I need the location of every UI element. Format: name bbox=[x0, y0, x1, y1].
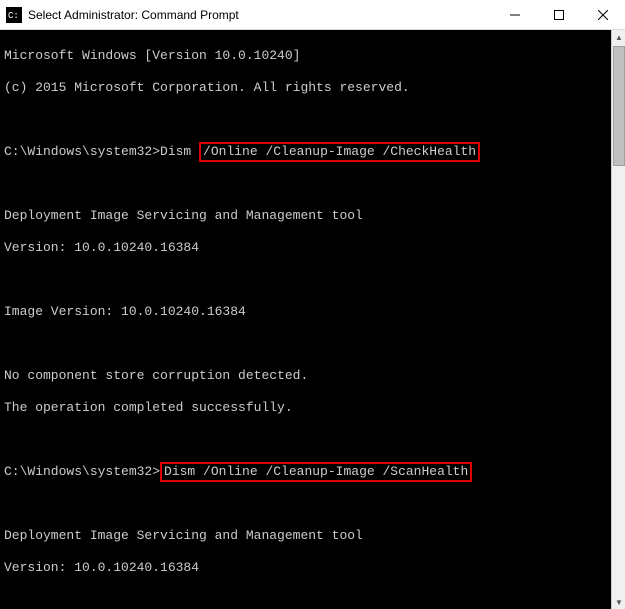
output-line: Version: 10.0.10240.16384 bbox=[4, 560, 607, 576]
output-line: Deployment Image Servicing and Managemen… bbox=[4, 208, 607, 224]
terminal-container: Microsoft Windows [Version 10.0.10240] (… bbox=[0, 30, 625, 609]
scroll-down-arrow-icon[interactable]: ▼ bbox=[612, 595, 625, 609]
output-line: The operation completed successfully. bbox=[4, 400, 607, 416]
close-button[interactable] bbox=[581, 0, 625, 29]
cmd-icon: C: bbox=[6, 7, 22, 23]
svg-text:C:: C: bbox=[8, 11, 19, 21]
output-line bbox=[4, 496, 607, 512]
command-line: C:\Windows\system32>Dism /Online /Cleanu… bbox=[4, 464, 607, 480]
scroll-up-arrow-icon[interactable]: ▲ bbox=[612, 30, 625, 44]
output-line bbox=[4, 112, 607, 128]
output-line: Image Version: 10.0.10240.16384 bbox=[4, 304, 607, 320]
output-line: No component store corruption detected. bbox=[4, 368, 607, 384]
output-line bbox=[4, 432, 607, 448]
output-line bbox=[4, 272, 607, 288]
window-controls bbox=[493, 0, 625, 29]
command-line: C:\Windows\system32>Dism /Online /Cleanu… bbox=[4, 144, 607, 160]
output-line bbox=[4, 176, 607, 192]
output-line: Version: 10.0.10240.16384 bbox=[4, 240, 607, 256]
output-line bbox=[4, 592, 607, 608]
prompt-text: C:\Windows\system32>Dism bbox=[4, 144, 199, 160]
output-line: (c) 2015 Microsoft Corporation. All righ… bbox=[4, 80, 607, 96]
minimize-button[interactable] bbox=[493, 0, 537, 29]
output-line: Deployment Image Servicing and Managemen… bbox=[4, 528, 607, 544]
prompt-text: C:\Windows\system32> bbox=[4, 464, 160, 480]
output-line bbox=[4, 336, 607, 352]
titlebar[interactable]: C: Select Administrator: Command Prompt bbox=[0, 0, 625, 30]
terminal-output[interactable]: Microsoft Windows [Version 10.0.10240] (… bbox=[0, 30, 611, 609]
highlighted-command: Dism /Online /Cleanup-Image /ScanHealth bbox=[160, 462, 472, 482]
scrollbar-thumb[interactable] bbox=[613, 46, 625, 166]
vertical-scrollbar[interactable]: ▲ ▼ bbox=[611, 30, 625, 609]
highlighted-command: /Online /Cleanup-Image /CheckHealth bbox=[199, 142, 480, 162]
window-title: Select Administrator: Command Prompt bbox=[28, 8, 493, 22]
output-line: Microsoft Windows [Version 10.0.10240] bbox=[4, 48, 607, 64]
maximize-button[interactable] bbox=[537, 0, 581, 29]
